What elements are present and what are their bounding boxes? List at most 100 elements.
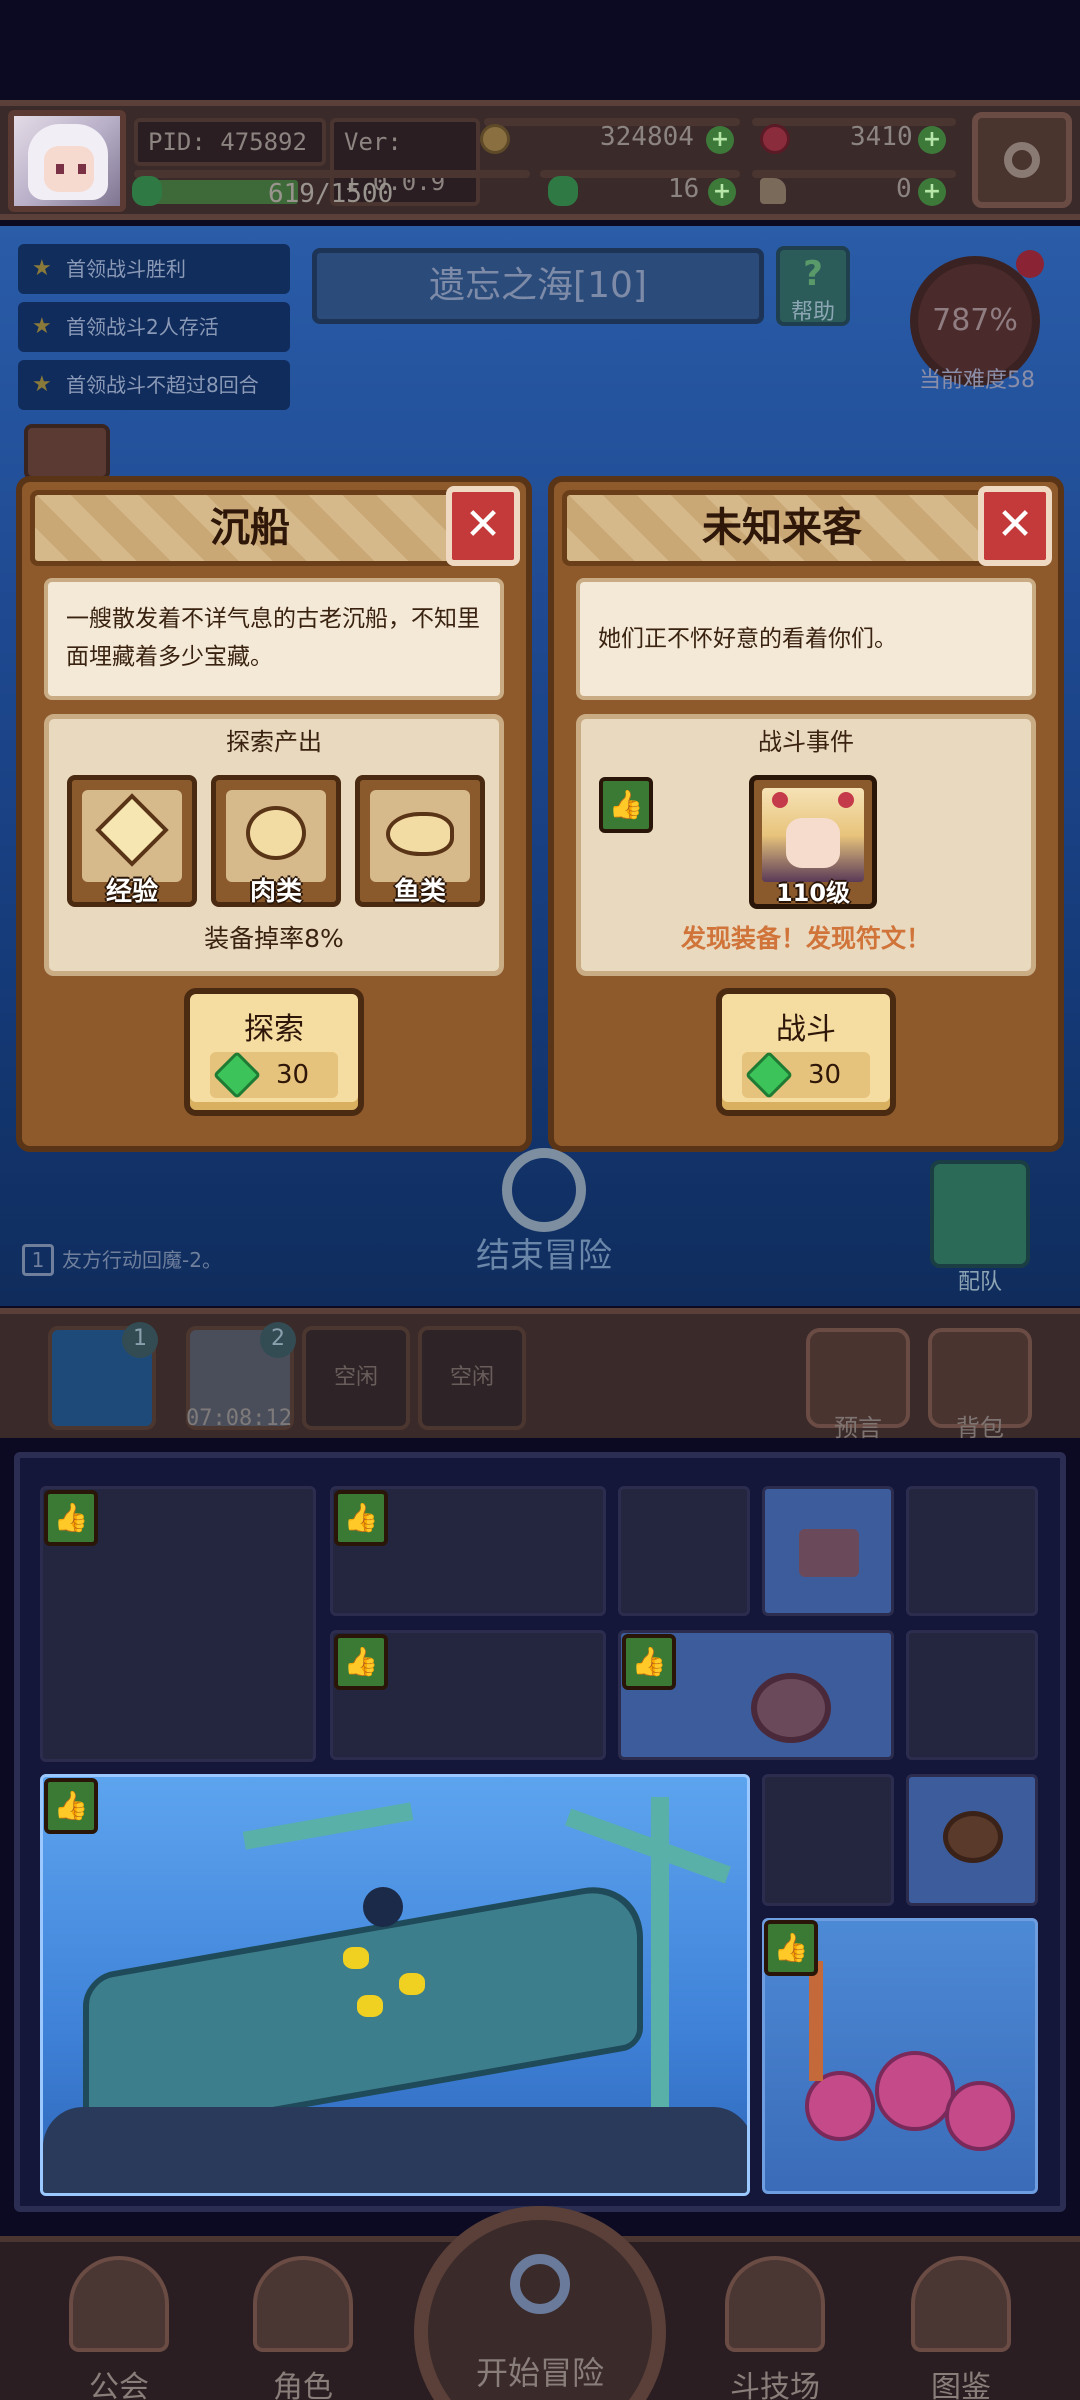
green-gem-icon	[744, 1050, 794, 1100]
fish-icon	[370, 790, 470, 882]
quest-item: ★ 首领战斗不超过8回合	[18, 360, 290, 410]
avatar-face	[44, 146, 94, 192]
nav-guild[interactable]: 公会	[44, 2250, 194, 2400]
thumbs-up-icon: 👍	[334, 1634, 388, 1690]
quest-text: 首领战斗不超过8回合	[66, 373, 259, 397]
enemy-horn	[838, 792, 854, 808]
explore-output-panel: 探索产出 经验 肉类 鱼类 装备掉率8%	[44, 714, 504, 976]
panel-title: 探索产出	[226, 728, 322, 756]
equipment-drop-rate: 装备掉率8%	[204, 924, 344, 953]
fish	[357, 1995, 383, 2017]
reward-meat[interactable]: 肉类	[211, 775, 341, 907]
team-setup-button[interactable]: 配队	[930, 1160, 1030, 1295]
thumbs-up-icon: 👍	[764, 1920, 818, 1976]
gold-coin-icon	[480, 124, 510, 154]
battle-event-panel: 战斗事件 👍 110级 发现装备！发现符文！	[576, 714, 1036, 976]
team-slot-1[interactable]: 1	[48, 1322, 158, 1430]
card-header: 沉船	[30, 490, 470, 566]
coral-branch	[809, 1961, 823, 2081]
character-icon	[253, 2256, 353, 2352]
nav-codex[interactable]: 图鉴	[886, 2250, 1036, 2400]
enemy-portrait[interactable]: 110级	[749, 775, 877, 909]
battle-button[interactable]: 战斗 30	[716, 988, 896, 1116]
pid-label: PID: 475892	[134, 118, 326, 166]
exp-value: 619/1500	[268, 179, 394, 209]
thumbs-up-icon: 👍	[334, 1490, 388, 1546]
card-header: 未知来客	[562, 490, 1002, 566]
team-slots-bar	[0, 1308, 1080, 1438]
treasure-chest-icon[interactable]	[24, 424, 110, 480]
help-button[interactable]: ? 帮助	[776, 246, 850, 326]
add-gold-button[interactable]: +	[706, 126, 734, 154]
slot-timer: 07:08:12	[186, 1406, 292, 1431]
quest-text: 首领战斗2人存活	[66, 315, 219, 339]
prophecy-button[interactable]: 预言	[806, 1328, 910, 1442]
backpack-label: 背包	[956, 1414, 1004, 1442]
coral-icon	[805, 2071, 875, 2141]
map-tile[interactable]	[762, 1774, 894, 1906]
backpack-button[interactable]: 背包	[928, 1328, 1032, 1442]
cost-box: 30	[210, 1050, 338, 1100]
settings-button[interactable]	[972, 112, 1072, 208]
star-icon: ★	[32, 256, 52, 281]
cauldron-icon	[943, 1811, 1003, 1863]
end-adventure-button[interactable]: 结束冒险	[454, 1148, 634, 1278]
add-ruby-button[interactable]: +	[918, 126, 946, 154]
map-tile[interactable]	[906, 1486, 1038, 1616]
quest-item: ★ 首领战斗胜利	[18, 244, 290, 294]
map-tile-shipwreck[interactable]	[40, 1774, 750, 2196]
cost-box: 30	[742, 1050, 870, 1100]
map-tile[interactable]	[906, 1630, 1038, 1760]
anemone-icon	[751, 1673, 831, 1743]
difficulty-alert-dot	[1016, 250, 1044, 278]
idle-slot[interactable]: 空闲	[302, 1326, 410, 1430]
map-tile[interactable]	[618, 1486, 750, 1616]
nav-arena[interactable]: 斗技场	[700, 2250, 850, 2400]
event-card-shipwreck: 沉船 ✕ 一艘散发着不详气息的古老沉船，不知里面埋藏着多少宝藏。 探索产出 经验…	[16, 476, 532, 1152]
explore-button[interactable]: 探索 30	[184, 988, 364, 1116]
star-icon: ★	[32, 314, 52, 339]
thumbs-up-icon: 👍	[599, 777, 653, 833]
turn-tip: 1 友方行动回魔-2。	[22, 1244, 222, 1276]
close-button[interactable]: ✕	[446, 486, 520, 566]
seabed-rocks	[43, 2107, 747, 2193]
return-icon	[502, 1148, 586, 1232]
player-avatar[interactable]	[8, 110, 126, 212]
reward-label: 鱼类	[393, 877, 446, 907]
fish	[343, 1947, 369, 1969]
reward-exp[interactable]: 经验	[67, 775, 197, 907]
cost-value: 30	[808, 1060, 842, 1090]
boot-icon	[760, 178, 786, 204]
add-clover-button[interactable]: +	[708, 178, 736, 206]
nav-character[interactable]: 角色	[228, 2250, 378, 2400]
team-label: 配队	[957, 1270, 1002, 1295]
exp-clover-icon	[132, 176, 162, 206]
porthole	[363, 1887, 403, 1927]
clover-icon	[548, 176, 578, 206]
close-button[interactable]: ✕	[978, 486, 1052, 566]
nav-start-adventure[interactable]: 开始冒险	[404, 2206, 676, 2400]
nav-label: 公会	[89, 2370, 149, 2400]
idle-slot[interactable]: 空闲	[418, 1326, 526, 1430]
reward-fish[interactable]: 鱼类	[355, 775, 485, 907]
add-boot-button[interactable]: +	[918, 178, 946, 206]
difficulty-label: 当前难度58	[919, 368, 1035, 393]
nav-label: 开始冒险	[475, 2354, 604, 2392]
slot-number: 1	[122, 1322, 158, 1358]
arrow-shape	[95, 793, 169, 867]
battle-label: 战斗	[776, 1012, 836, 1047]
quest-text: 首领战斗胜利	[66, 257, 186, 281]
guild-icon	[69, 2256, 169, 2352]
clover-value: 16	[668, 174, 700, 204]
map-tile-cauldron[interactable]	[906, 1774, 1038, 1906]
coral-icon	[875, 2051, 955, 2131]
fish	[399, 1973, 425, 1995]
reward-label: 经验	[105, 877, 158, 907]
card-title: 未知来客	[702, 505, 862, 551]
zone-title: 遗忘之海[10]	[312, 248, 764, 324]
coral-icon	[945, 2081, 1015, 2151]
gear-icon	[1004, 142, 1040, 178]
map-tile-chest[interactable]	[762, 1486, 894, 1616]
turn-number: 1	[22, 1244, 54, 1276]
fish-shape	[386, 812, 454, 856]
